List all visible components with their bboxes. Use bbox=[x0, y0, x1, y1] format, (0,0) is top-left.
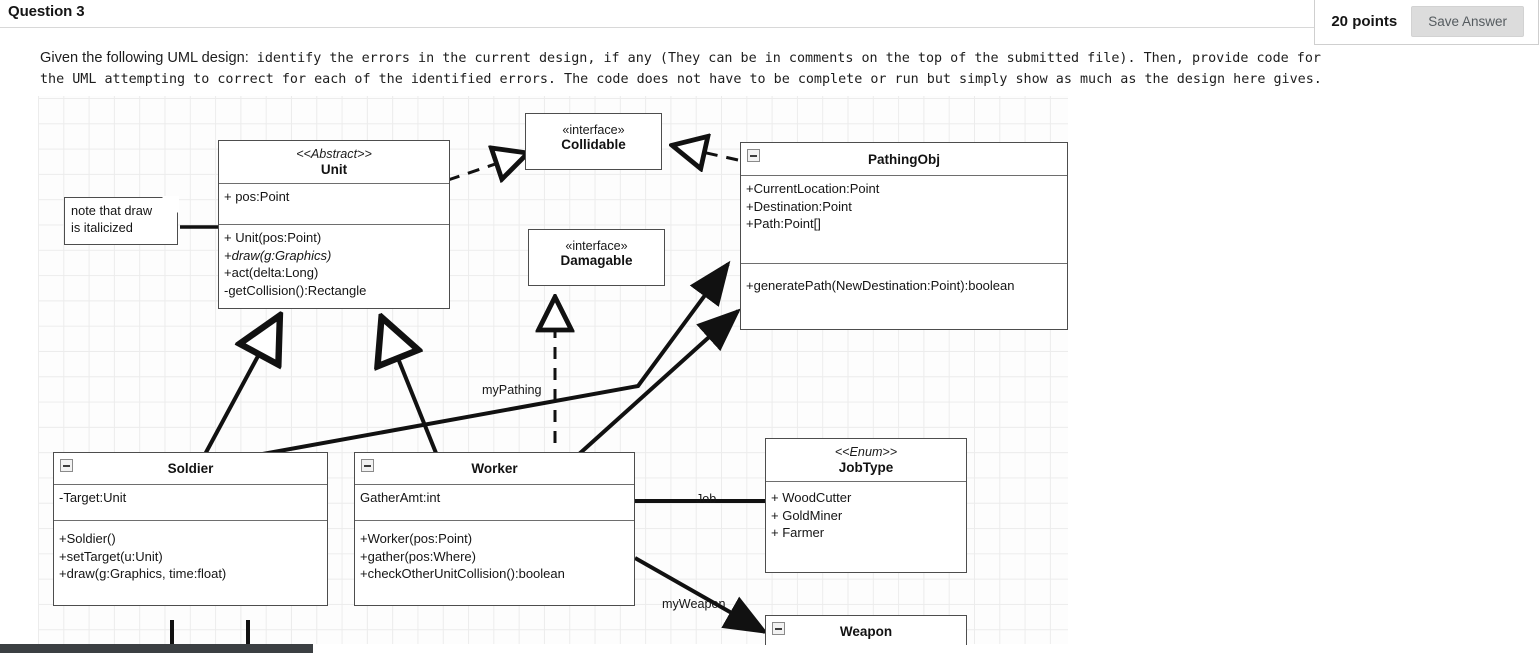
uml-enum-value: + WoodCutter bbox=[771, 490, 852, 505]
uml-enum-value: + GoldMiner bbox=[771, 507, 843, 523]
note-draw-italicized[interactable]: note that draw is italicized bbox=[64, 196, 179, 245]
uml-class-pathingobj[interactable]: PathingObj +CurrentLocation:Point +Desti… bbox=[740, 142, 1068, 330]
uml-method: -getCollision():Rectangle bbox=[224, 282, 367, 298]
edge-worker-mypathing-pathingobj bbox=[566, 308, 741, 466]
edge-label-job: Job bbox=[696, 492, 717, 506]
uml-class-soldier-methods: +Soldier() +setTarget(u:Unit) +draw(g:Gr… bbox=[54, 520, 327, 605]
edge-label-myweapon: myWeapon bbox=[662, 597, 726, 611]
collapse-icon[interactable] bbox=[361, 459, 374, 472]
uml-interface-damagable-header: «interface» Damagable bbox=[529, 230, 664, 274]
collapse-icon[interactable] bbox=[772, 622, 785, 635]
collapse-icon[interactable] bbox=[747, 149, 760, 162]
question-header-bar: Question 3 bbox=[0, 0, 1539, 28]
uml-class-pathingobj-methods: +generatePath(NewDestination:Point):bool… bbox=[741, 263, 1067, 329]
uml-class-weapon-name: Weapon bbox=[839, 624, 893, 639]
uml-method: +draw(g:Graphics, time:float) bbox=[59, 566, 227, 582]
edge-soldier-myweapon-weapon bbox=[634, 556, 769, 634]
uml-method: +draw(g:Graphics) bbox=[224, 247, 332, 263]
uml-class-soldier-name: Soldier bbox=[167, 461, 214, 476]
points-badge: 20 points bbox=[1331, 13, 1398, 30]
uml-class-worker[interactable]: Worker GatherAmt:int +Worker(pos:Point) … bbox=[354, 452, 635, 606]
uml-class-worker-methods: +Worker(pos:Point) +gather(pos:Where) +c… bbox=[355, 520, 634, 605]
uml-attribute: +Destination:Point bbox=[746, 198, 852, 214]
note-line-2: is italicized bbox=[71, 220, 133, 235]
uml-method: +gather(pos:Where) bbox=[360, 548, 476, 564]
question-page: Question 3 20 points Save Answer Given t… bbox=[0, 0, 1539, 653]
uml-enum-value: + Farmer bbox=[771, 525, 825, 541]
uml-class-unit[interactable]: <<Abstract>> Unit + pos:Point + Unit(pos… bbox=[218, 140, 450, 309]
uml-enum-jobtype[interactable]: <<Enum>> JobType + WoodCutter + GoldMine… bbox=[765, 438, 967, 573]
uml-class-soldier-attributes: -Target:Unit bbox=[54, 484, 327, 520]
edge-label-mypathing: myPathing bbox=[482, 383, 542, 397]
uml-method: +setTarget(u:Unit) bbox=[59, 548, 163, 564]
page-title: Question 3 bbox=[8, 3, 85, 20]
uml-method: +generatePath(NewDestination:Point):bool… bbox=[746, 278, 1015, 293]
uml-interface-collidable[interactable]: «interface» Collidable bbox=[525, 113, 662, 170]
uml-class-weapon[interactable]: Weapon bbox=[765, 615, 967, 645]
question-prompt: Given the following UML design: identify… bbox=[40, 48, 1480, 90]
uml-class-pathingobj-name: PathingObj bbox=[868, 152, 940, 167]
collapse-icon[interactable] bbox=[60, 459, 73, 472]
uml-class-unit-stereotype: <<Abstract>> bbox=[296, 147, 372, 161]
uml-method: + Unit(pos:Point) bbox=[224, 230, 322, 245]
prompt-body-line2: the UML attempting to correct for each o… bbox=[40, 72, 1322, 87]
uml-method: +checkOtherUnitCollision():boolean bbox=[360, 566, 565, 582]
uml-class-soldier-header: Soldier bbox=[54, 453, 327, 484]
uml-attribute: + pos:Point bbox=[224, 189, 290, 204]
uml-attribute: -Target:Unit bbox=[59, 490, 127, 505]
uml-class-worker-header: Worker bbox=[355, 453, 634, 484]
uml-interface-collidable-header: «interface» Collidable bbox=[526, 114, 661, 158]
uml-class-unit-name: Unit bbox=[320, 162, 348, 177]
uml-enum-jobtype-values: + WoodCutter + GoldMiner + Farmer bbox=[766, 481, 966, 563]
uml-method: +act(delta:Long) bbox=[224, 265, 319, 281]
uml-attribute: +Path:Point[] bbox=[746, 216, 821, 232]
save-answer-button[interactable]: Save Answer bbox=[1411, 6, 1524, 37]
uml-class-unit-methods: + Unit(pos:Point) +draw(g:Graphics) +act… bbox=[219, 224, 449, 308]
uml-method: +Worker(pos:Point) bbox=[360, 531, 473, 546]
edge-unit-implements-collidable bbox=[447, 154, 525, 180]
prompt-lead: Given the following UML design: bbox=[40, 50, 249, 66]
uml-enum-jobtype-name: JobType bbox=[838, 460, 894, 475]
points-panel: 20 points Save Answer bbox=[1314, 0, 1539, 45]
uml-enum-jobtype-header: <<Enum>> JobType bbox=[766, 439, 966, 481]
uml-interface-collidable-name: Collidable bbox=[561, 137, 626, 152]
uml-diagram-canvas[interactable]: Collidable (realization) --> Collidable … bbox=[38, 96, 1068, 645]
edge-pathingobj-implements-collidable bbox=[675, 146, 739, 160]
uml-interface-damagable-stereotype: «interface» bbox=[565, 239, 628, 253]
note-fold-corner-icon bbox=[160, 196, 179, 215]
uml-class-unit-header: <<Abstract>> Unit bbox=[219, 141, 449, 183]
horizontal-scrollbar-thumb[interactable] bbox=[0, 644, 313, 653]
uml-class-worker-attributes: GatherAmt:int bbox=[355, 484, 634, 520]
uml-interface-collidable-stereotype: «interface» bbox=[562, 123, 625, 137]
uml-method: +Soldier() bbox=[59, 531, 116, 546]
uml-attribute: GatherAmt:int bbox=[360, 490, 441, 505]
uml-enum-jobtype-stereotype: <<Enum>> bbox=[834, 445, 898, 459]
uml-attribute: +CurrentLocation:Point bbox=[746, 181, 880, 196]
horizontal-scrollbar-track[interactable] bbox=[0, 644, 1539, 653]
uml-class-weapon-header: Weapon bbox=[766, 616, 966, 645]
prompt-body-line1: identify the errors in the current desig… bbox=[248, 51, 1321, 66]
uml-class-worker-name: Worker bbox=[471, 461, 518, 476]
uml-class-unit-attributes: + pos:Point bbox=[219, 183, 449, 224]
uml-class-pathingobj-header: PathingObj bbox=[741, 143, 1067, 175]
uml-class-pathingobj-attributes: +CurrentLocation:Point +Destination:Poin… bbox=[741, 175, 1067, 263]
uml-class-soldier[interactable]: Soldier -Target:Unit +Soldier() +setTarg… bbox=[53, 452, 328, 606]
edge-soldier-extends-unit bbox=[201, 319, 278, 459]
uml-interface-damagable[interactable]: «interface» Damagable bbox=[528, 229, 665, 286]
note-line-1: note that draw bbox=[71, 203, 153, 218]
uml-interface-damagable-name: Damagable bbox=[560, 253, 633, 268]
edge-worker-extends-unit bbox=[383, 321, 440, 459]
